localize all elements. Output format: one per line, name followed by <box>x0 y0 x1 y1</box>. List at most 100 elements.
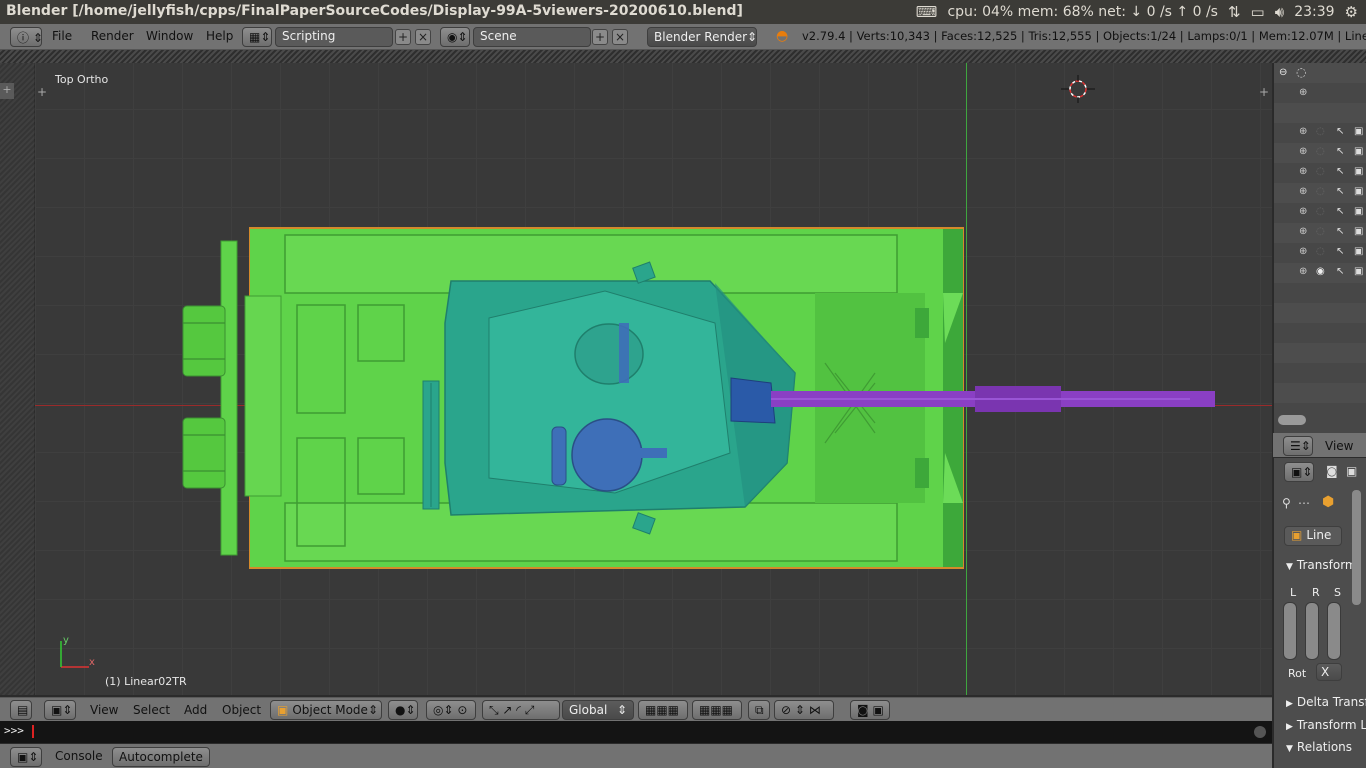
selectable-arrow-icon[interactable]: ↖ <box>1336 206 1344 217</box>
mode-select[interactable]: ▣ Object Mode ⇕ <box>270 700 382 720</box>
menu-select[interactable]: Select <box>133 703 170 717</box>
transform-orientation-select[interactable]: Global ⇕ <box>562 700 634 720</box>
menu-add[interactable]: Add <box>184 703 207 717</box>
snap-buttons[interactable]: ⊘ ⇕ ⋈ <box>774 700 834 720</box>
volume-icon[interactable]: 🔊︎ <box>1275 3 1284 21</box>
expand-icon[interactable]: ⊕ <box>1299 246 1307 257</box>
viewport-shading-button[interactable]: ●⇕ <box>388 700 418 720</box>
python-console[interactable]: >>> <box>0 721 1272 743</box>
renderable-camera-icon[interactable]: ▣ <box>1354 146 1363 157</box>
expand-icon[interactable]: ⊕ <box>1299 87 1307 98</box>
pin-icon[interactable]: ⚲ <box>1282 496 1291 510</box>
visibility-eye-icon[interactable]: ◌ <box>1316 186 1325 197</box>
outliner-row[interactable]: ⊕ ◌ ↖ ▣ <box>1274 145 1366 163</box>
tank-model[interactable] <box>175 223 1215 573</box>
location-slider[interactable] <box>1283 602 1297 660</box>
renderable-camera-icon[interactable]: ▣ <box>1354 266 1363 277</box>
properties-scrollbar[interactable] <box>1352 490 1361 605</box>
visibility-eye-icon[interactable]: ◉ <box>1316 266 1325 277</box>
renderable-camera-icon[interactable]: ▣ <box>1354 246 1363 257</box>
3d-viewport[interactable]: Top Ortho + + y x (1) Linear02TR <box>35 63 1272 695</box>
screen-layout-browse-button[interactable]: ▦⇕ <box>242 27 272 47</box>
console-scroll-icon[interactable] <box>1254 726 1266 738</box>
scene-field[interactable]: Scene <box>473 27 591 47</box>
panel-transform[interactable]: ▼ Transform <box>1286 558 1357 572</box>
expand-icon[interactable]: ⊕ <box>1299 186 1307 197</box>
selectable-arrow-icon[interactable]: ↖ <box>1336 166 1344 177</box>
expand-icon[interactable]: ⊕ <box>1299 266 1307 277</box>
outliner-row[interactable]: ⊕ ◌ ↖ ▣ <box>1274 245 1366 263</box>
outliner-row[interactable]: ⊕ ◌ ↖ ▣ <box>1274 165 1366 183</box>
renderable-camera-icon[interactable]: ▣ <box>1354 226 1363 237</box>
console-editor-type-button[interactable]: ▣⇕ <box>10 747 42 767</box>
rotation-mode-select[interactable]: X <box>1316 663 1342 681</box>
pivot-point-button[interactable]: ◎⇕ ⊙ <box>426 700 476 720</box>
outliner[interactable]: ⊖ ◌ ⊕ ⊕ ◌ ↖ ▣ ⊕ ◌ ↖ ▣ ⊕ ◌ ↖ ▣ ⊕ ◌ ↖ ▣ ⊕ ◌ ↖ ▣ ⊕ ◌ ↖ ▣ ⊕ ◌ ↖ ▣ ⊕ ◉ ↖ ▣ <box>1273 63 1366 433</box>
expand-icon[interactable]: ⊕ <box>1299 126 1307 137</box>
outliner-view-menu[interactable]: View <box>1325 439 1353 453</box>
outliner-row[interactable]: ⊕ ◌ ↖ ▣ <box>1274 225 1366 243</box>
visibility-eye-icon[interactable]: ◌ <box>1316 206 1325 217</box>
scene-browse-button[interactable]: ◉⇕ <box>440 27 470 47</box>
battery-icon[interactable]: ▭ <box>1251 3 1265 21</box>
clock[interactable]: 23:39 <box>1294 4 1334 20</box>
screen-layout-field[interactable]: Scripting <box>275 27 393 47</box>
renderable-camera-icon[interactable]: ▣ <box>1354 166 1363 177</box>
menu-view[interactable]: View <box>90 703 118 717</box>
layers-tab-icon[interactable]: ▣ <box>1346 464 1357 478</box>
renderable-camera-icon[interactable]: ▣ <box>1354 206 1363 217</box>
visibility-eye-icon[interactable]: ◌ <box>1316 146 1325 157</box>
object-name-field[interactable]: ▣ Line <box>1284 526 1342 546</box>
scale-slider[interactable] <box>1327 602 1341 660</box>
render-engine-select[interactable]: Blender Render ⇕ <box>647 27 757 47</box>
renderable-camera-icon[interactable]: ▣ <box>1354 126 1363 137</box>
expand-icon[interactable]: ⊕ <box>1299 166 1307 177</box>
visibility-eye-icon[interactable]: ◌ <box>1316 126 1325 137</box>
outliner-row[interactable]: ⊕ ◉ ↖ ▣ <box>1274 265 1366 283</box>
outliner-scrollbar[interactable] <box>1278 415 1306 425</box>
layer-buttons-b[interactable]: ▦▦▦ <box>692 700 742 720</box>
3d-cursor-icon[interactable] <box>1061 75 1095 103</box>
outliner-row[interactable]: ⊕ ◌ ↖ ▣ <box>1274 185 1366 203</box>
menu-object[interactable]: Object <box>222 703 261 717</box>
panel-transform-locks[interactable]: ▶Transform Locks <box>1286 718 1366 732</box>
visibility-eye-icon[interactable]: ◌ <box>1316 246 1325 257</box>
manipulator-buttons[interactable]: ⤡ ↗ ◜ ⤢ <box>482 700 560 720</box>
selectable-arrow-icon[interactable]: ↖ <box>1336 246 1344 257</box>
visibility-eye-icon[interactable]: ◌ <box>1316 226 1325 237</box>
add-layout-icon[interactable]: + <box>395 29 411 45</box>
menu-file[interactable]: File <box>52 29 72 43</box>
renderable-camera-icon[interactable]: ▣ <box>1354 186 1363 197</box>
properties-plus-icon[interactable]: + <box>1259 85 1269 99</box>
expand-icon[interactable]: ⊕ <box>1299 206 1307 217</box>
add-scene-icon[interactable]: + <box>592 29 608 45</box>
viewport-editor-type-button[interactable]: ▣⇕ <box>44 700 76 720</box>
selectable-arrow-icon[interactable]: ↖ <box>1336 146 1344 157</box>
toolshelf-plus-icon[interactable]: + <box>37 85 47 99</box>
properties-editor[interactable]: ▣⇕ ◙ ▣ ⚲ ⋯ ⬢ ▣ Line ▼ Transform L R S Rot … <box>1273 458 1366 768</box>
rotation-slider[interactable] <box>1305 602 1319 660</box>
menu-render[interactable]: Render <box>91 29 134 43</box>
tool-shelf-strip[interactable]: + <box>0 63 35 695</box>
selectable-arrow-icon[interactable]: ↖ <box>1336 126 1344 137</box>
visibility-eye-icon[interactable]: ◌ <box>1316 166 1325 177</box>
outliner-editor-type-button[interactable]: ☰⇕ <box>1283 436 1313 456</box>
menu-help[interactable]: Help <box>206 29 233 43</box>
outliner-row[interactable]: ⊕ ◌ ↖ ▣ <box>1274 125 1366 143</box>
layer-buttons-a[interactable]: ▦▦▦ <box>638 700 688 720</box>
console-tab[interactable]: Console <box>55 749 103 763</box>
expand-icon[interactable]: ⊕ <box>1299 146 1307 157</box>
render-buttons[interactable]: ◙ ▣ <box>850 700 890 720</box>
remove-layout-icon[interactable]: × <box>415 29 431 45</box>
selectable-arrow-icon[interactable]: ↖ <box>1336 226 1344 237</box>
gear-icon[interactable]: ⚙ <box>1345 3 1358 21</box>
editor-type-button[interactable]: ▤ <box>10 700 32 720</box>
render-tab-icon[interactable]: ◙ <box>1326 464 1338 478</box>
menu-window[interactable]: Window <box>146 29 193 43</box>
selectable-arrow-icon[interactable]: ↖ <box>1336 186 1344 197</box>
panel-relations[interactable]: ▼ Relations <box>1286 740 1352 754</box>
network-updown-icon[interactable]: ⇅ <box>1228 3 1241 21</box>
selectable-arrow-icon[interactable]: ↖ <box>1336 266 1344 277</box>
keyboard-icon[interactable]: ⌨ <box>916 3 938 21</box>
expand-icon[interactable]: ⊕ <box>1299 226 1307 237</box>
